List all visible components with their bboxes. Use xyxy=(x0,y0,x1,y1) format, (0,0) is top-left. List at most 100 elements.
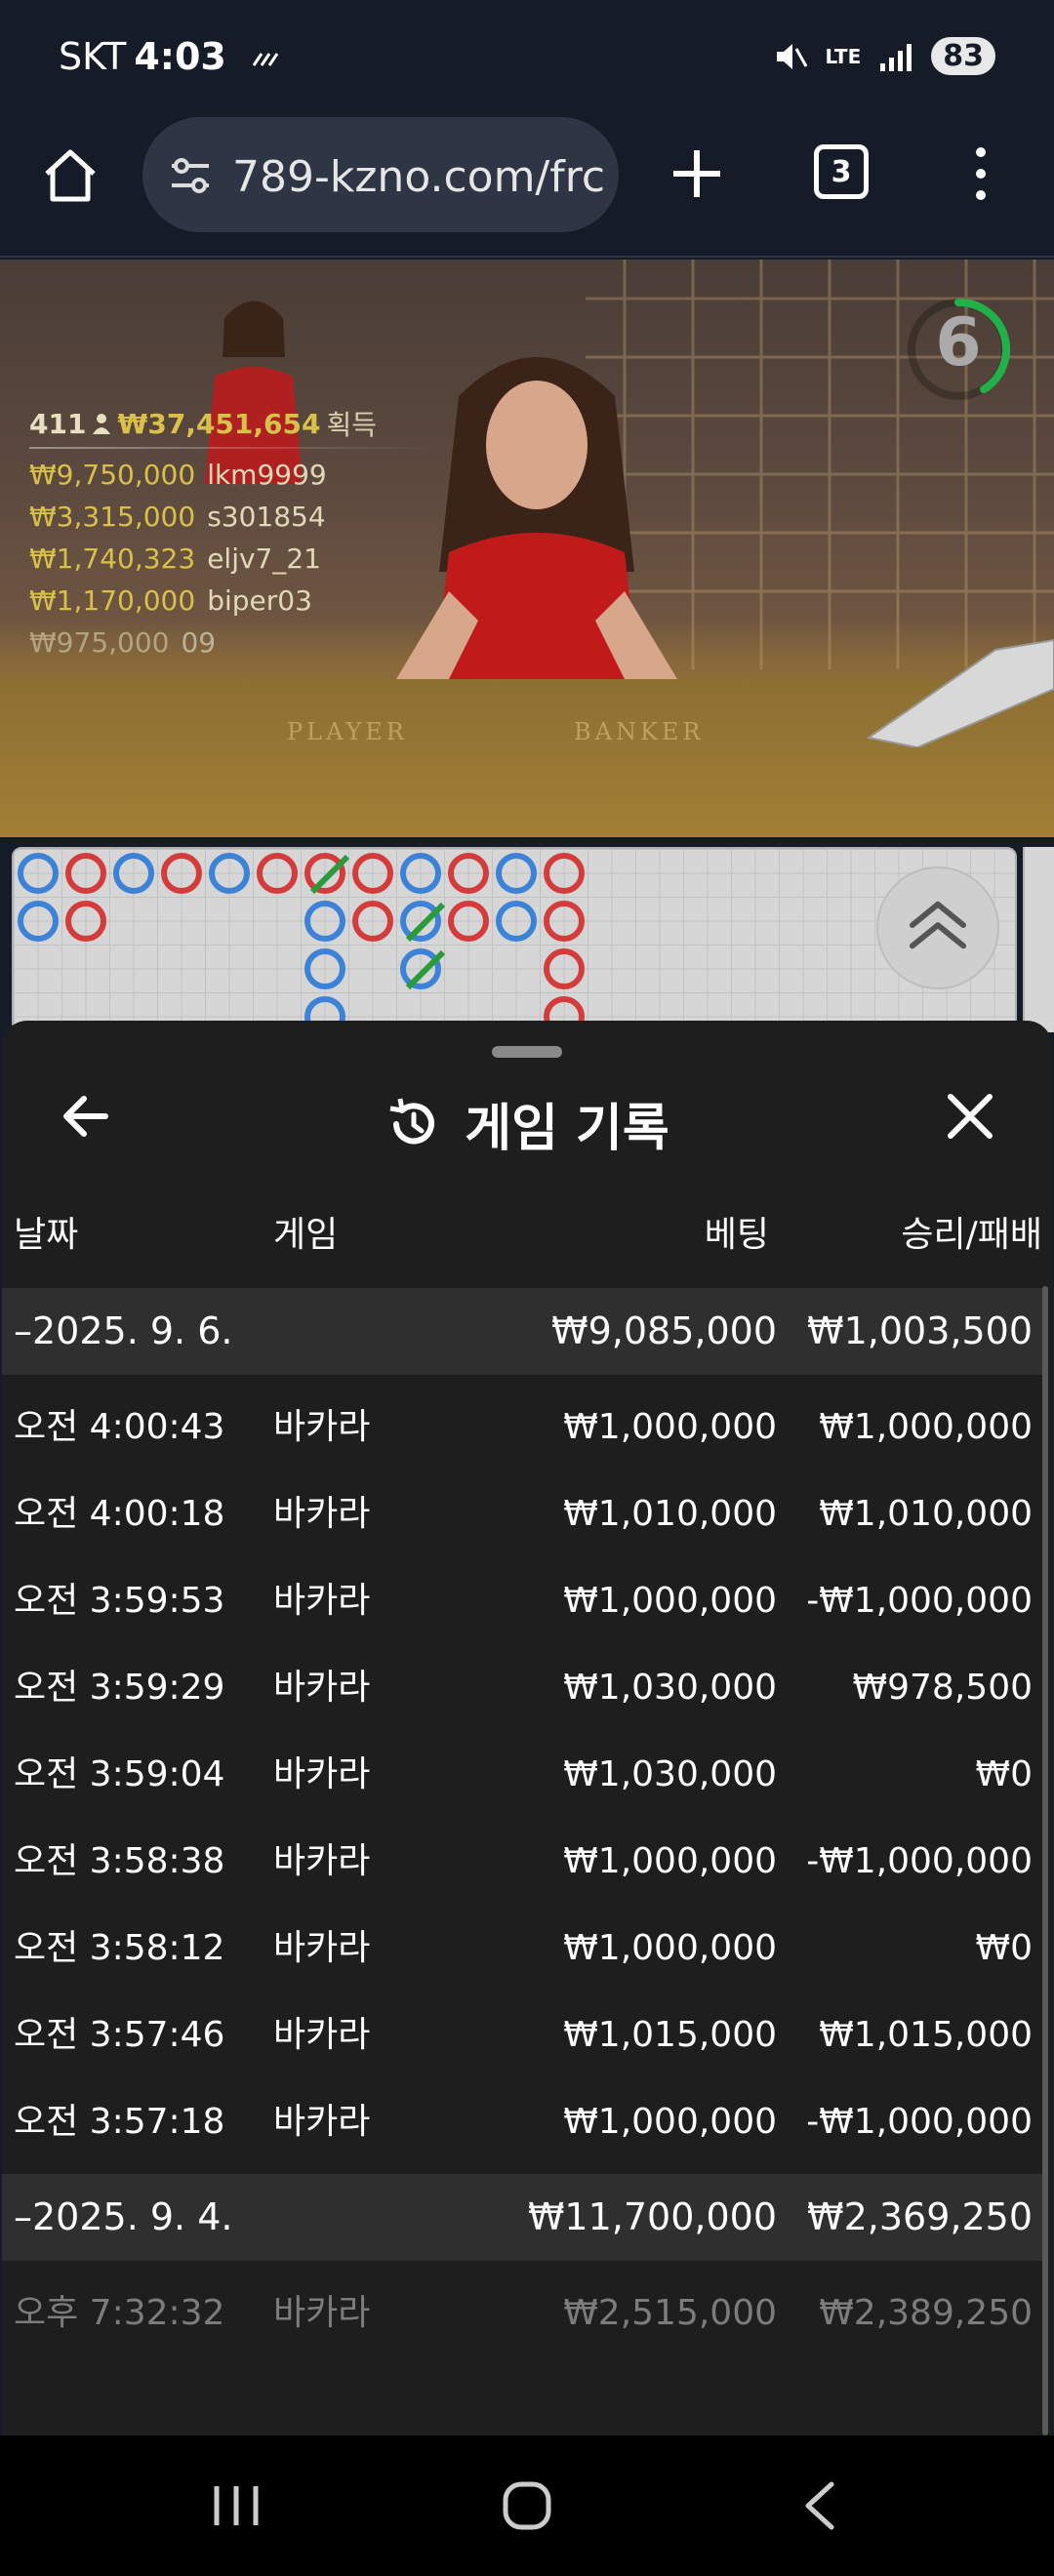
row-game: 바카라 xyxy=(273,1754,371,1794)
row-game: 바카라 xyxy=(273,2293,371,2333)
winner-name: biper03 xyxy=(207,584,312,617)
winner-row: ₩975,000 09 xyxy=(29,626,439,659)
group-bet-total: ₩9,085,000 xyxy=(551,1309,777,1352)
row-bet: ₩1,010,000 xyxy=(563,1494,777,1534)
row-bet: ₩1,030,000 xyxy=(563,1668,777,1708)
row-game: 바카라 xyxy=(273,2102,371,2142)
mute-icon xyxy=(776,43,807,69)
screen: SKT 4:03 LTE 83 789-kzno.com/frc 3 PLAYE… xyxy=(0,0,1054,2576)
row-result: ₩0 xyxy=(975,1928,1034,1968)
url-text[interactable]: 789-kzno.com/frc xyxy=(232,152,605,202)
banker-bead xyxy=(544,901,585,942)
row-game: 바카라 xyxy=(273,1407,371,1447)
column-header-win-loss: 승리/패배 xyxy=(901,1215,1042,1255)
winners-header: 411 ₩37,451,654 획득 xyxy=(29,404,439,443)
row-result: ₩978,500 xyxy=(852,1668,1033,1708)
row-bet: ₩2,515,000 xyxy=(563,2293,777,2333)
row-time: 오전 3:59:04 xyxy=(14,1754,225,1794)
row-time: 오전 3:59:29 xyxy=(14,1668,225,1708)
system-navigation-bar xyxy=(0,2435,1054,2576)
history-row[interactable]: 오전 4:00:43 바카라 ₩1,000,000 ₩1,000,000 xyxy=(2,1384,1042,1470)
history-row[interactable]: 오전 3:57:46 바카라 ₩1,015,000 ₩1,015,000 xyxy=(2,1992,1042,2078)
winner-name: lkm9999 xyxy=(207,459,327,491)
browser-toolbar: 789-kzno.com/frc 3 xyxy=(0,115,1054,258)
history-row[interactable]: 오전 3:59:29 바카라 ₩1,030,000 ₩978,500 xyxy=(2,1644,1042,1731)
history-row[interactable]: 오전 3:57:18 바카라 ₩1,000,000 -₩1,000,000 xyxy=(2,2078,1042,2165)
winners-panel: 411 ₩37,451,654 획득 ₩9,750,000 lkm9999 ₩3,… xyxy=(29,404,439,659)
history-row[interactable]: 오전 3:59:53 바카라 ₩1,000,000 -₩1,000,000 xyxy=(2,1557,1042,1644)
date-group-row[interactable]: –2025. 9. 4. ₩11,700,000 ₩2,369,250 xyxy=(2,2174,1042,2261)
history-row[interactable]: 오후 7:32:32 바카라 ₩2,515,000 ₩2,389,250 xyxy=(2,2270,1042,2356)
winner-amount: ₩3,315,000 xyxy=(29,501,196,533)
row-time: 오전 3:58:38 xyxy=(14,1841,225,1881)
history-row[interactable]: 오전 3:58:12 바카라 ₩1,000,000 ₩0 xyxy=(2,1905,1042,1992)
winners-divider xyxy=(29,447,439,449)
carrier-name: SKT xyxy=(59,35,127,78)
history-icon xyxy=(389,1098,435,1144)
person-icon xyxy=(93,414,111,434)
bead-road-map[interactable] xyxy=(12,847,1017,1032)
row-bet: ₩1,000,000 xyxy=(563,1407,777,1447)
viewer-count: 411 xyxy=(29,407,87,440)
banker-bead xyxy=(257,853,298,894)
recent-apps-icon[interactable] xyxy=(207,2476,265,2535)
group-date: –2025. 9. 4. xyxy=(14,2195,233,2238)
sheet-title: 게임 기록 xyxy=(2,1087,1052,1160)
live-stream-video[interactable]: PLAYER BANKER 411 ₩37,451,654 획득 ₩9,750,… xyxy=(0,260,1054,837)
double-chevron-up-icon[interactable] xyxy=(876,866,999,989)
row-result: -₩1,000,000 xyxy=(806,1841,1033,1881)
winner-row: ₩9,750,000 lkm9999 xyxy=(29,459,439,491)
date-group-row[interactable]: –2025. 9. 6. ₩9,085,000 ₩1,003,500 xyxy=(2,1288,1042,1375)
card-shoe xyxy=(866,638,1054,747)
row-bet: ₩1,000,000 xyxy=(563,1928,777,1968)
row-game: 바카라 xyxy=(273,1841,371,1881)
column-header-date: 날짜 xyxy=(14,1215,79,1255)
player-bead xyxy=(304,948,345,989)
banker-bead xyxy=(65,853,106,894)
history-row[interactable]: 오전 4:00:18 바카라 ₩1,010,000 ₩1,010,000 xyxy=(2,1470,1042,1557)
back-nav-icon[interactable] xyxy=(792,2476,851,2535)
group-win-total: ₩2,369,250 xyxy=(807,2195,1033,2238)
row-result: ₩1,010,000 xyxy=(819,1494,1033,1534)
player-bead xyxy=(400,853,441,894)
plus-icon[interactable] xyxy=(668,144,726,203)
home-icon[interactable] xyxy=(39,144,101,207)
table-label-banker: BANKER xyxy=(574,718,705,745)
tab-switcher-button[interactable]: 3 xyxy=(814,144,869,199)
winner-amount: ₩9,750,000 xyxy=(29,459,196,491)
tie-mark xyxy=(405,949,446,990)
close-icon[interactable] xyxy=(943,1089,997,1144)
row-game: 바카라 xyxy=(273,1668,371,1708)
tune-icon[interactable] xyxy=(168,156,213,195)
row-result: -₩1,000,000 xyxy=(806,2102,1033,2142)
row-time: 오전 4:00:43 xyxy=(14,1407,225,1447)
winnings-total-suffix: 획득 xyxy=(326,409,378,441)
winner-amount: ₩975,000 xyxy=(29,626,170,659)
history-row[interactable]: 오전 3:58:38 바카라 ₩1,000,000 -₩1,000,000 xyxy=(2,1818,1042,1905)
banker-bead xyxy=(544,853,585,894)
row-time: 오전 3:58:12 xyxy=(14,1928,225,1968)
banker-bead xyxy=(448,901,489,942)
banker-bead xyxy=(544,948,585,989)
winner-row: ₩1,170,000 biper03 xyxy=(29,584,439,617)
sheet-drag-handle[interactable] xyxy=(492,1046,562,1058)
banker-bead xyxy=(65,901,106,942)
more-vert-icon[interactable] xyxy=(966,142,995,205)
row-time: 오전 3:57:18 xyxy=(14,2102,225,2142)
countdown-timer: 6 xyxy=(935,304,982,382)
winner-name: s301854 xyxy=(207,501,326,533)
banker-bead xyxy=(352,901,393,942)
home-nav-icon[interactable] xyxy=(498,2476,556,2535)
row-time: 오전 3:59:53 xyxy=(14,1581,225,1621)
row-bet: ₩1,000,000 xyxy=(563,1581,777,1621)
row-game: 바카라 xyxy=(273,2015,371,2055)
row-bet: ₩1,000,000 xyxy=(563,1841,777,1881)
player-bead xyxy=(18,901,59,942)
column-header-game: 게임 xyxy=(273,1215,339,1255)
banker-bead xyxy=(448,853,489,894)
history-row[interactable]: 오전 3:59:04 바카라 ₩1,030,000 ₩0 xyxy=(2,1731,1042,1818)
row-game: 바카라 xyxy=(273,1494,371,1534)
address-bar[interactable]: 789-kzno.com/frc xyxy=(142,117,619,232)
history-scrollbar[interactable] xyxy=(1042,1286,1048,2435)
data-saver-icon xyxy=(252,52,279,66)
